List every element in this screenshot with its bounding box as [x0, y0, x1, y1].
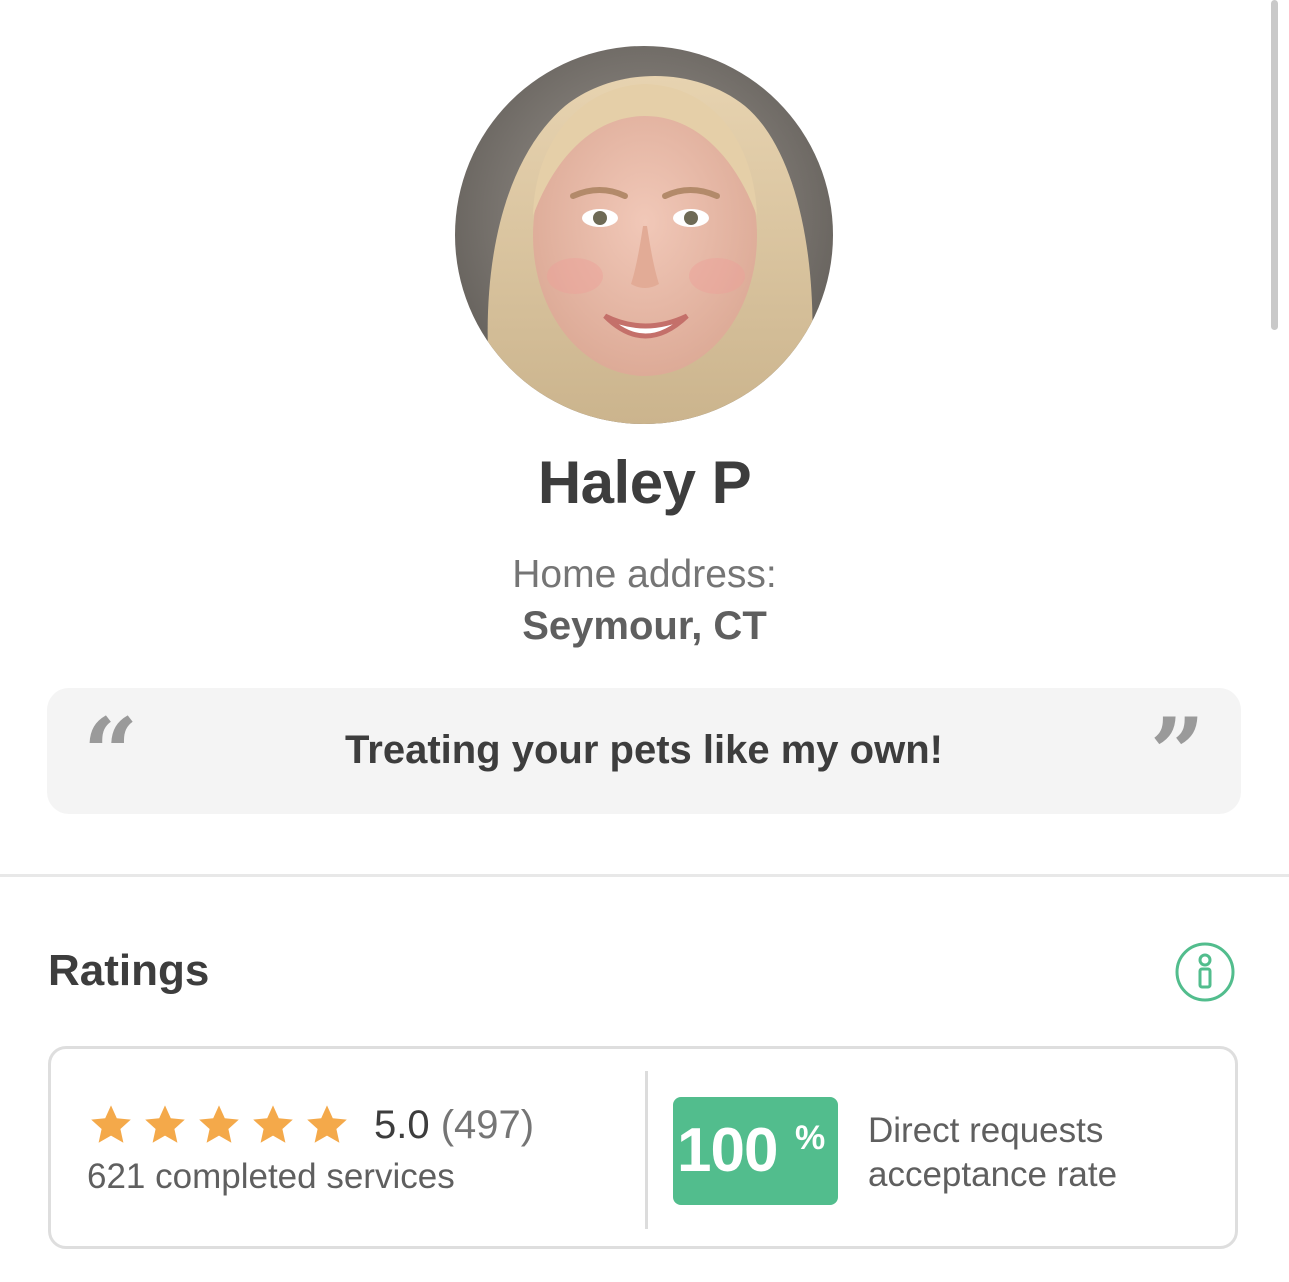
- rating-score: 5.0: [374, 1103, 430, 1147]
- star-icon: [87, 1101, 135, 1149]
- acceptance-label-line2: acceptance rate: [868, 1155, 1118, 1194]
- star-icon: [249, 1101, 297, 1149]
- acceptance-label-line1: Direct requests: [868, 1111, 1104, 1150]
- tagline-text: Treating your pets like my own!: [345, 728, 943, 772]
- star-icon: [303, 1101, 351, 1149]
- star-icon: [195, 1101, 243, 1149]
- scrollbar[interactable]: [1271, 0, 1278, 330]
- completed-services: 621 completed services: [87, 1157, 455, 1196]
- star-icon: [141, 1101, 189, 1149]
- ratings-title: Ratings: [48, 946, 210, 995]
- profile-name: Haley P: [537, 449, 752, 516]
- card-divider: [645, 1071, 648, 1229]
- close-quote-icon: ”: [1149, 697, 1205, 810]
- rating-score-line: 5.0 (497): [374, 1103, 534, 1148]
- profile-page: Haley P Home address: Seymour, CT “ Trea…: [0, 0, 1289, 1282]
- acceptance-badge: 100 %: [673, 1097, 838, 1205]
- address-label: Home address:: [512, 553, 777, 596]
- address-value: Seymour, CT: [522, 604, 767, 648]
- acceptance-value: 100: [677, 1116, 778, 1185]
- section-divider: [0, 874, 1289, 877]
- review-count: (497): [440, 1103, 535, 1147]
- avatar: [455, 46, 833, 424]
- star-rating: [87, 1101, 351, 1149]
- acceptance-unit: %: [795, 1119, 826, 1157]
- info-icon[interactable]: [1175, 942, 1235, 1002]
- tagline-box: “ Treating your pets like my own! ”: [47, 688, 1241, 814]
- ratings-card: 5.0 (497) 621 completed services 100 % D…: [48, 1046, 1238, 1249]
